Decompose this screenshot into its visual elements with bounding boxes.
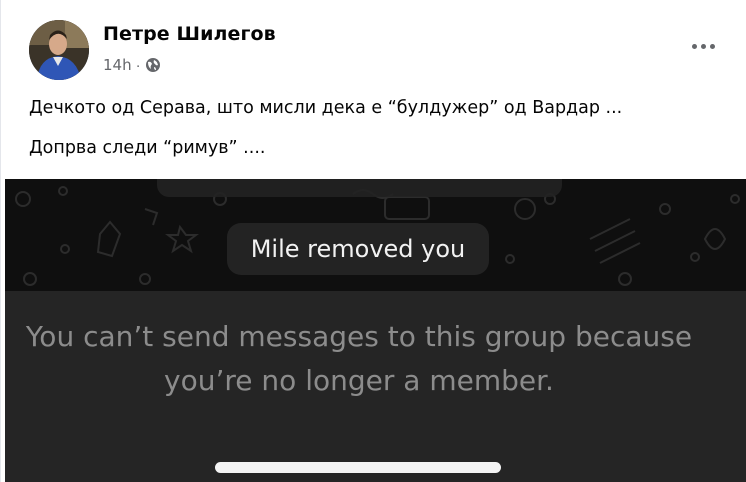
dot <box>700 43 706 49</box>
meta-separator: · <box>135 56 141 74</box>
author-avatar[interactable] <box>29 20 89 80</box>
avatar-image <box>29 20 89 80</box>
post-header: Петре Шилегов 14h · <box>1 0 746 90</box>
post-text-line: Допрва следи “римув” .... <box>29 138 266 158</box>
globe-icon[interactable] <box>145 57 161 73</box>
notice-line: You can’t send messages to this group be… <box>25 320 693 353</box>
notice-line: you’re no longer a member. <box>164 364 554 397</box>
post-image[interactable]: Mile removed you You can’t send messages… <box>5 179 746 482</box>
system-message: Mile removed you <box>227 223 489 275</box>
more-options-button[interactable] <box>685 30 721 62</box>
more-horizontal-icon <box>691 43 697 49</box>
message-bubble <box>157 179 562 197</box>
post-text-line: Дечкото од Серава, што мисли дека е “бул… <box>29 98 623 118</box>
dot <box>709 43 715 49</box>
author-name[interactable]: Петре Шилегов <box>103 23 276 45</box>
post-meta: 14h · <box>103 54 161 76</box>
chat-background: Mile removed you <box>5 179 746 291</box>
post-time[interactable]: 14h <box>103 56 132 74</box>
facebook-post: Петре Шилегов 14h · Дечкото од Серава, ш… <box>0 0 746 482</box>
home-indicator <box>215 462 501 473</box>
group-notice: You can’t send messages to this group be… <box>5 315 713 403</box>
